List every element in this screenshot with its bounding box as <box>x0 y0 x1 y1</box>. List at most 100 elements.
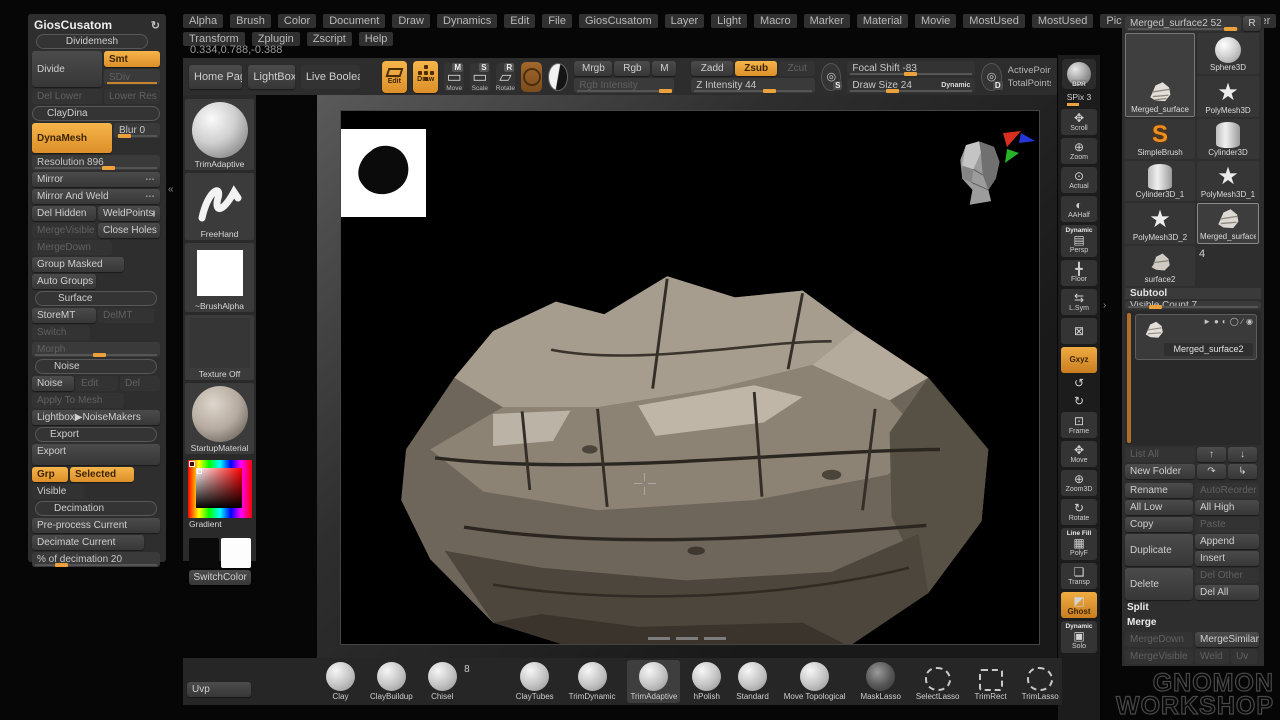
quick-material-button[interactable] <box>521 62 542 92</box>
resolution-slider[interactable]: Resolution 896 <box>32 155 160 170</box>
noise-button[interactable]: Noise <box>32 376 74 391</box>
shelf-button[interactable]: ↺ <box>1061 376 1097 391</box>
menu-item[interactable]: File <box>542 14 572 28</box>
divide-button[interactable]: Divide <box>32 51 102 87</box>
viewport[interactable] <box>317 95 1057 658</box>
new-folder-button[interactable]: New Folder <box>1125 464 1195 479</box>
mrgb-button[interactable]: Mrgb <box>574 61 612 76</box>
menu-item[interactable]: GiosCusatom <box>579 14 658 28</box>
decimation-percent-slider[interactable]: % of decimation 20 <box>32 552 160 567</box>
axis-orientation-gizmo[interactable] <box>1001 131 1037 167</box>
shelf-button[interactable]: ❏ Transp <box>1061 563 1097 589</box>
menu-item[interactable]: MostUsed <box>1032 14 1094 28</box>
eye-icon[interactable]: ◉ <box>1246 317 1253 326</box>
panel-collapse-handle[interactable]: « <box>168 184 174 195</box>
visible-count-slider[interactable]: Visible Count 7 <box>1125 301 1261 309</box>
delmt-button[interactable]: DelMT <box>98 308 154 323</box>
group-masked-button[interactable]: Group Masked <box>32 257 124 272</box>
draw-button[interactable]: Draw <box>413 61 438 93</box>
main-color-swatch[interactable] <box>189 538 219 568</box>
sculpted-rock-model[interactable] <box>348 196 1025 644</box>
subtool-up-button[interactable]: ↑ <box>1197 447 1226 462</box>
weld-button[interactable]: Weld <box>1195 649 1229 664</box>
noise-header[interactable]: Noise <box>35 359 157 374</box>
shelf-button[interactable]: Dynamic ▣ Solo <box>1061 621 1097 653</box>
spix-slider[interactable]: SPix 3 <box>1061 92 1097 106</box>
brush-tray-item[interactable]: TrimAdaptive <box>627 660 680 703</box>
shelf-button[interactable]: Dynamic ▤ Persp <box>1061 225 1097 257</box>
bpr-render-button[interactable]: BPR <box>1062 59 1096 89</box>
menu-item[interactable]: Material <box>857 14 908 28</box>
subtool-header[interactable]: Subtool <box>1125 288 1261 299</box>
mirror-button[interactable]: Mirror▪▪▪ <box>32 172 160 187</box>
menu-item[interactable]: Light <box>711 14 747 28</box>
del-all-button[interactable]: Del All <box>1195 585 1259 600</box>
brush-tray-item[interactable]: MaskLasso <box>857 660 903 703</box>
mergesimilar-button[interactable]: MergeSimilar <box>1195 632 1259 647</box>
grp-button[interactable]: Grp <box>32 467 68 482</box>
tool-item[interactable]: ★PolyMesh3D <box>1197 76 1259 117</box>
menu-item[interactable]: Help <box>359 32 394 46</box>
export-button[interactable]: Export <box>32 444 160 465</box>
brush-tray-item[interactable]: hPolish <box>689 660 724 703</box>
gradient-picker-icon[interactable] <box>188 460 252 518</box>
texture-selector[interactable]: Texture Off <box>185 315 254 380</box>
menu-item[interactable]: Color <box>278 14 316 28</box>
auto-groups-button[interactable]: Auto Groups <box>32 274 96 289</box>
dynamic-label[interactable]: Dynamic <box>941 82 970 89</box>
storemt-button[interactable]: StoreMT <box>32 308 96 323</box>
tool-item[interactable]: ★PolyMesh3D_2 <box>1125 203 1195 244</box>
surface-header[interactable]: Surface <box>35 291 157 306</box>
shelf-button[interactable]: Line Fill ▦ PolyF <box>1061 528 1097 560</box>
uv-button[interactable]: Uv <box>1231 649 1257 664</box>
preprocess-current-button[interactable]: Pre-process Current <box>32 518 160 533</box>
menu-item[interactable]: Edit <box>504 14 535 28</box>
z-intensity-slider[interactable]: Z Intensity 44 <box>691 78 815 93</box>
brush-tray-item[interactable]: Chisel 8 <box>425 660 460 703</box>
boolean-start-icon[interactable]: ► <box>1203 317 1211 326</box>
rename-button[interactable]: Rename <box>1125 483 1193 498</box>
autoreorder-button[interactable]: AutoReorder <box>1195 483 1259 498</box>
move-button[interactable]: ▭MMove <box>444 63 464 91</box>
draw-size-slider[interactable]: Draw Size 24Dynamic <box>847 78 975 93</box>
r-button[interactable]: R <box>1243 16 1261 31</box>
zcut-button[interactable]: Zcut <box>779 61 815 76</box>
alpha-selector[interactable]: ~BrushAlpha <box>185 243 254 312</box>
tool-item[interactable]: Cylinder3D_1 <box>1125 161 1195 201</box>
rgb-button[interactable]: Rgb <box>614 61 650 76</box>
lightbox-button[interactable]: LightBox <box>248 65 294 89</box>
tool-item[interactable]: Merged_surface <box>1197 203 1259 244</box>
lightbox-noisemakers-button[interactable]: Lightbox▶NoiseMakers <box>32 410 160 425</box>
draw-curve-icon[interactable]: ◎D <box>981 63 1001 91</box>
shelf-button[interactable]: ⊙ Actual <box>1061 167 1097 193</box>
tool-item[interactable]: surface2 <box>1125 246 1195 286</box>
apply-to-mesh-button[interactable]: Apply To Mesh <box>32 393 124 408</box>
duplicate-button[interactable]: Duplicate <box>1125 534 1193 566</box>
tool-item[interactable]: ★PolyMesh3D_1 <box>1197 161 1259 201</box>
zadd-button[interactable]: Zadd <box>691 61 733 76</box>
brush-tray-item[interactable]: SelectLasso <box>913 665 963 703</box>
list-all-button[interactable]: List All <box>1125 447 1195 462</box>
menu-item[interactable]: Movie <box>915 14 956 28</box>
active-tool-slider[interactable]: Merged_surface2 52 <box>1125 16 1241 31</box>
all-low-button[interactable]: All Low <box>1125 500 1193 515</box>
menu-item[interactable]: Brush <box>230 14 271 28</box>
mergedown-button[interactable]: MergeDown <box>1125 632 1193 647</box>
polymesh-head-preview[interactable] <box>951 136 1007 212</box>
mrgb-sphere-icon[interactable] <box>548 63 568 91</box>
del-hidden-button[interactable]: Del Hidden <box>32 206 96 221</box>
shelf-button[interactable]: ◐ AAHalf <box>1061 196 1097 222</box>
rgb-intensity-slider[interactable]: Rgb Intensity <box>574 78 674 93</box>
shelf-button[interactable]: ╋ Floor <box>1061 260 1097 286</box>
subtool-duplicate-arrow-button[interactable]: ↳ <box>1228 464 1257 479</box>
boolean-intersect-icon[interactable]: ◯ <box>1230 317 1239 326</box>
material-selector[interactable]: StartupMaterial <box>185 383 254 454</box>
boolean-subtract-icon[interactable]: ◐ <box>1222 317 1227 326</box>
switch-button[interactable]: Switch <box>32 325 90 340</box>
menu-item[interactable]: Draw <box>392 14 430 28</box>
secondary-color-swatch[interactable] <box>221 538 251 568</box>
mirror-axis-icons[interactable]: ▪▪▪ <box>146 177 155 183</box>
append-button[interactable]: Append <box>1195 534 1259 549</box>
shelf-button[interactable]: ↻ Rotate <box>1061 499 1097 525</box>
brush-tray-item[interactable]: Standard <box>733 660 771 703</box>
